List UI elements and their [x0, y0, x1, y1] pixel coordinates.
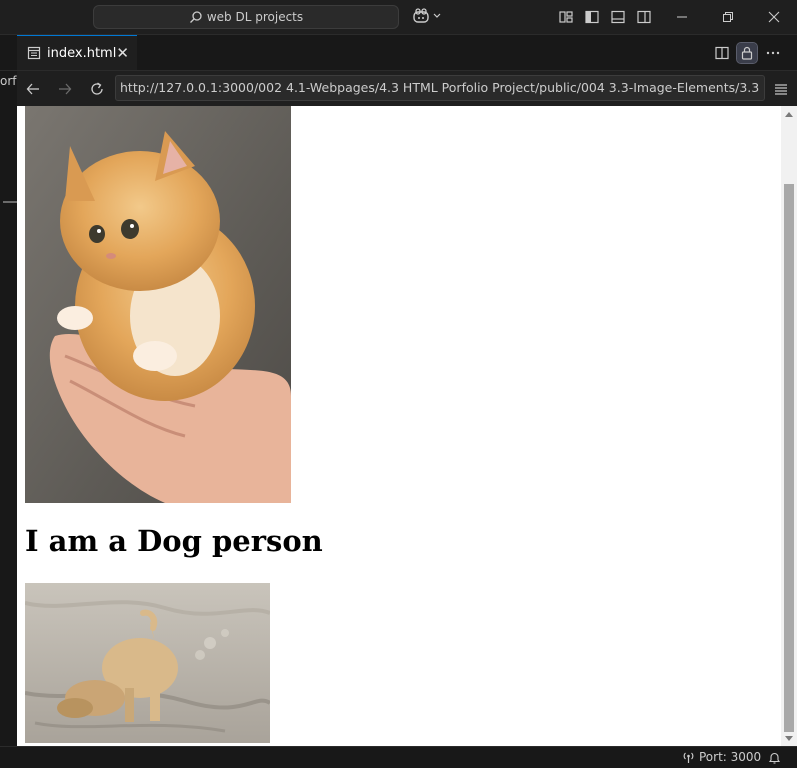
minimize-icon: [677, 16, 687, 18]
reload-icon: [91, 82, 103, 95]
kitten-image: [25, 106, 291, 503]
more-actions-button[interactable]: [763, 43, 783, 63]
page-heading: I am a Dog person: [25, 524, 323, 558]
reload-button[interactable]: [86, 78, 108, 100]
tab-close-icon[interactable]: ✕: [116, 44, 129, 62]
lock-icon: [741, 46, 753, 60]
broadcast-icon: [683, 752, 694, 763]
preview-icon: [27, 46, 41, 60]
copilot-menu[interactable]: [412, 8, 442, 24]
tab-index-html[interactable]: index.html ✕: [17, 35, 137, 70]
back-button[interactable]: [22, 78, 44, 100]
url-input[interactable]: http://127.0.0.1:3000/002 4.1-Webpages/4…: [115, 75, 765, 101]
tab-label: index.html: [47, 45, 117, 61]
split-editor-icon: [715, 46, 729, 60]
scrollbar-thumb[interactable]: [784, 184, 794, 732]
restore-button[interactable]: [705, 0, 751, 34]
split-editor-button[interactable]: [712, 43, 732, 63]
layout-icon: [559, 11, 573, 23]
copilot-icon: [413, 8, 429, 23]
close-window-button[interactable]: [751, 0, 797, 34]
scroll-up-arrow-icon[interactable]: [785, 112, 793, 117]
bell-icon: [768, 752, 781, 764]
toggle-panel[interactable]: [610, 9, 626, 25]
port-label: Port: 3000: [699, 750, 762, 764]
explorer-edge: [0, 35, 18, 746]
more-icon: [766, 51, 780, 55]
forward-button[interactable]: [54, 78, 76, 100]
menu-icon: [775, 84, 787, 95]
minimize-button[interactable]: [659, 0, 705, 34]
dog-image: [25, 583, 270, 743]
panel-toggle-icon: [611, 10, 625, 24]
layout-button[interactable]: [558, 9, 574, 25]
editor-tab-bar: index.html ✕: [0, 35, 797, 71]
vertical-scrollbar[interactable]: [781, 106, 797, 746]
toggle-primary-sidebar[interactable]: [584, 9, 600, 25]
browser-menu-button[interactable]: [770, 78, 792, 100]
command-center-label: web DL projects: [206, 10, 304, 24]
toggle-secondary-sidebar[interactable]: [636, 9, 652, 25]
port-status[interactable]: Port: 3000: [682, 750, 761, 764]
scroll-down-arrow-icon[interactable]: [785, 736, 793, 741]
restore-icon: [723, 12, 733, 22]
sidebar-toggle-icon: [585, 10, 599, 24]
back-icon: [26, 83, 39, 95]
sash-handle[interactable]: [3, 201, 17, 203]
browser-nav-bar: http://127.0.0.1:3000/002 4.1-Webpages/4…: [17, 71, 797, 106]
title-bar: web DL projects: [0, 0, 797, 35]
browser-viewport: I am a Dog person: [17, 106, 781, 746]
lock-group-button[interactable]: [736, 42, 758, 64]
forward-icon: [59, 83, 72, 95]
notifications-button[interactable]: [768, 751, 781, 767]
explorer-partial-text: orf: [0, 74, 17, 88]
status-bar: Port: 3000: [0, 746, 797, 768]
chevron-down-icon: [433, 13, 441, 18]
search-icon: [189, 11, 202, 23]
secondary-sidebar-icon: [637, 10, 651, 24]
close-icon: [768, 11, 780, 23]
command-center[interactable]: web DL projects: [93, 5, 399, 29]
